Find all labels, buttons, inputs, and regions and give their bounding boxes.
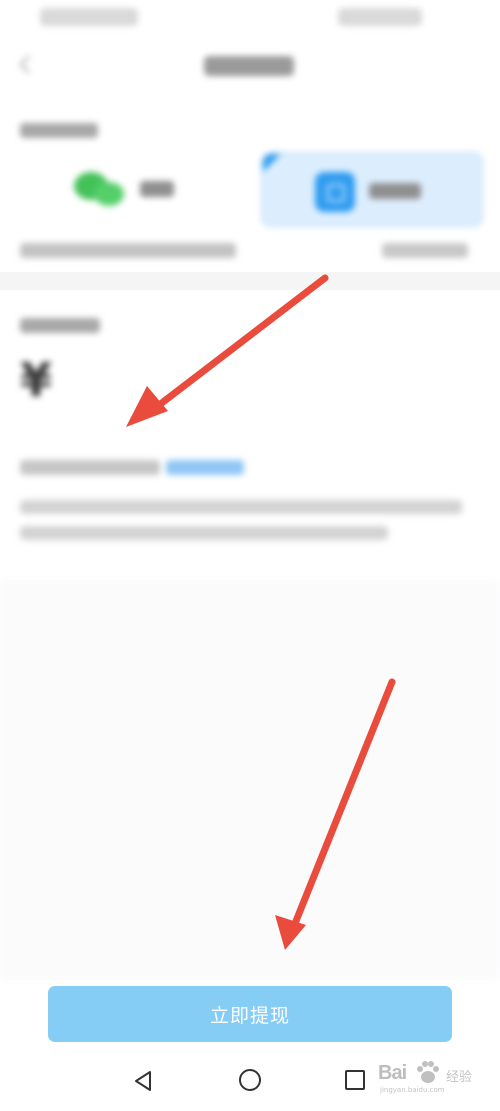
watermark-text-2: 经验 — [446, 1070, 473, 1085]
app-header — [0, 40, 500, 96]
circle-home-icon[interactable] — [239, 1069, 261, 1091]
rules-description-line-1 — [20, 500, 462, 514]
wechat-method-label — [140, 181, 174, 197]
withdraw-all-link[interactable] — [166, 460, 244, 475]
balance-info-row — [20, 460, 250, 477]
balance-info-text — [20, 460, 160, 475]
alipay-method-card[interactable] — [261, 152, 483, 227]
wechat-icon — [74, 170, 126, 210]
method-hint-text — [20, 243, 236, 258]
status-bar-left-indicators — [40, 8, 138, 26]
status-bar — [0, 0, 500, 36]
section-divider — [0, 272, 500, 290]
withdraw-now-button[interactable]: 立即提现 — [48, 986, 452, 1042]
selected-corner-icon — [263, 154, 281, 172]
chevron-left-icon — [19, 55, 38, 74]
paw-logo-icon — [417, 1061, 439, 1083]
status-bar-right-indicators — [338, 8, 422, 26]
amount-input[interactable]: ¥ — [20, 354, 480, 406]
watermark-text: Bai — [378, 1062, 407, 1084]
alipay-method-label — [369, 183, 421, 199]
content-background — [0, 580, 500, 980]
watermark-url: jingyan.baidu.com — [380, 1086, 445, 1094]
rules-description-line-2 — [20, 526, 388, 540]
square-recent-icon[interactable] — [345, 1070, 365, 1090]
withdraw-amount-label — [20, 318, 100, 333]
withdraw-method-label — [20, 123, 98, 138]
baidu-jingyan-watermark: Bai 经验 jingyan.baidu.com — [378, 1056, 490, 1098]
method-hint-link[interactable] — [382, 243, 468, 258]
page-title — [204, 56, 294, 76]
triangle-back-icon[interactable] — [132, 1070, 154, 1092]
back-button[interactable] — [14, 50, 44, 80]
alipay-icon — [315, 172, 355, 212]
wechat-method-card[interactable] — [16, 152, 238, 227]
currency-symbol: ¥ — [20, 353, 53, 407]
